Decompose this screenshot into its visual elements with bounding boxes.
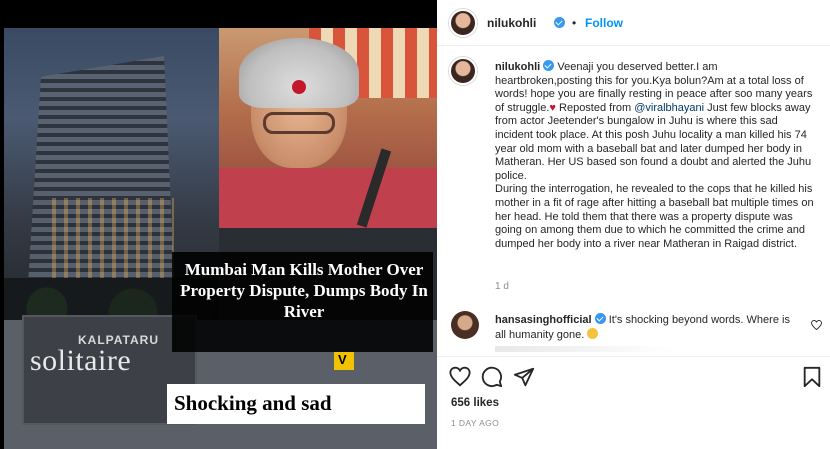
sign-name: solitaire	[30, 344, 132, 377]
smile-emoji-icon	[587, 327, 599, 339]
comment-icon[interactable]	[481, 366, 503, 388]
author-avatar[interactable]	[449, 9, 477, 37]
post-image[interactable]: KALPATARU solitaire Mumbai Man Kills Mot…	[0, 0, 437, 449]
tagline-text: Shocking and sad	[174, 391, 332, 415]
verified-icon	[543, 60, 555, 71]
likes-count[interactable]: 656 likes	[451, 397, 499, 409]
action-bar	[437, 356, 830, 394]
follow-button[interactable]: Follow	[585, 16, 623, 30]
verified-icon	[594, 313, 606, 324]
share-icon[interactable]	[513, 366, 535, 388]
post-sidebar: nilukohli • Follow nilukohli Veenaji you…	[437, 0, 830, 449]
caption-age[interactable]: 1 d	[495, 281, 509, 292]
post-date[interactable]: 1 DAY AGO	[451, 418, 499, 428]
heart-icon[interactable]	[449, 366, 471, 388]
separator-dot: •	[572, 16, 577, 30]
bindi	[292, 80, 306, 94]
logo-letter: V	[338, 352, 347, 367]
viral-logo-icon: V	[334, 352, 354, 370]
bookmark-icon[interactable]	[801, 366, 823, 388]
headline-text: Mumbai Man Kills Mother Over Property Di…	[180, 260, 428, 321]
portrait-shirt	[219, 168, 437, 228]
comment: hansasinghofficial It's shocking beyond …	[495, 313, 795, 342]
mention-link[interactable]: @viralbhayani	[634, 102, 704, 114]
repost-prefix: Reposted from	[555, 101, 635, 114]
portrait-hair	[239, 38, 359, 108]
caption-text-3: During the interrogation, he revealed to…	[495, 183, 814, 250]
woman-portrait	[219, 28, 437, 228]
post-header: nilukohli • Follow	[437, 0, 830, 46]
commenter-username[interactable]: hansasinghofficial	[495, 314, 592, 326]
post-caption: nilukohli Veenaji you deserved better.I …	[495, 60, 817, 251]
caption-avatar[interactable]	[449, 57, 477, 85]
glasses	[263, 112, 335, 134]
caption-username[interactable]: nilukohli	[495, 61, 540, 73]
author-username[interactable]: nilukohli	[487, 16, 536, 30]
next-comment-peek	[495, 346, 675, 352]
verified-icon	[554, 17, 565, 28]
comment-like-icon[interactable]	[811, 320, 822, 330]
commenter-avatar[interactable]	[451, 311, 479, 339]
